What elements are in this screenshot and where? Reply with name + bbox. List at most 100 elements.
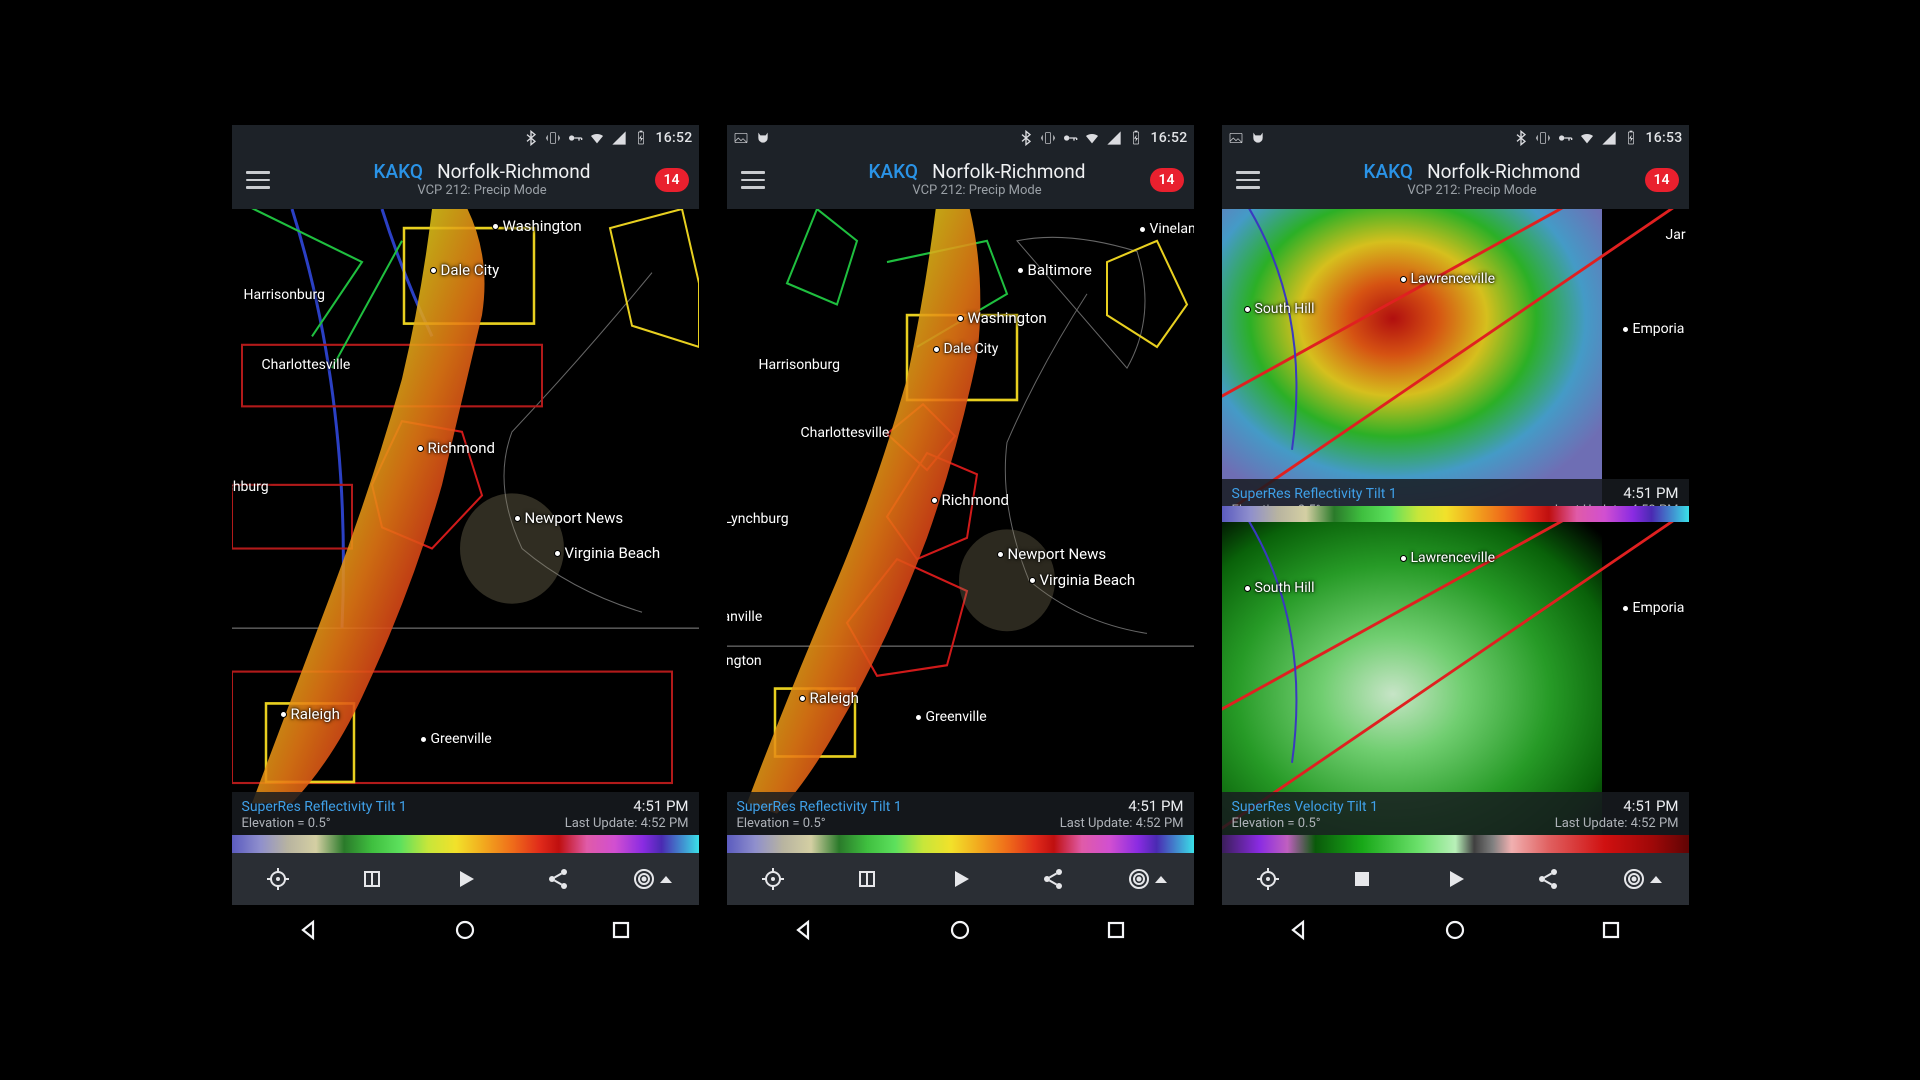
city-label: Richmond	[931, 491, 1009, 509]
bottom-toolbar	[1222, 853, 1689, 905]
share-button[interactable]	[1023, 853, 1083, 905]
radar-map[interactable]: WashingtonDale CityHarrisonburgCharlotte…	[232, 209, 699, 835]
product-name: SuperRes Reflectivity Tilt 1	[737, 799, 902, 815]
radar-map[interactable]: VinelandBaltimoreWashingtonDale CityHarr…	[727, 209, 1194, 835]
nav-home-button[interactable]	[1415, 905, 1495, 955]
status-time: 16:52	[655, 130, 692, 146]
city-name: Greenville	[926, 709, 987, 725]
elevation-label: Elevation = 0.5°	[1232, 816, 1321, 831]
menu-button[interactable]	[242, 163, 276, 197]
nav-home-button[interactable]	[920, 905, 1000, 955]
share-button[interactable]	[528, 853, 588, 905]
vpn-key-icon	[1062, 130, 1078, 146]
menu-button[interactable]	[1232, 163, 1266, 197]
city-dot-icon	[915, 714, 922, 721]
city-name: Lawrenceville	[1411, 271, 1496, 287]
tilt-view-button[interactable]	[837, 853, 897, 905]
status-bar: 16:52	[232, 125, 699, 151]
station-location: Norfolk-Richmond	[1427, 160, 1580, 183]
screenshot-container: 16:52 KAKQ Norfolk-Richmond VCP 212: Pre…	[224, 125, 1697, 955]
screenshot-icon	[733, 130, 749, 146]
city-dot-icon	[799, 695, 806, 702]
city-label: Lawrenceville	[1400, 271, 1496, 287]
gps-locate-button[interactable]	[1238, 853, 1298, 905]
radar-options-button[interactable]	[1612, 853, 1672, 905]
tilt-view-button[interactable]	[342, 853, 402, 905]
station-location: Norfolk-Richmond	[437, 160, 590, 183]
reflectivity-pane[interactable]: South HillLawrencevilleEmporiaJar SuperR…	[1222, 209, 1689, 522]
wifi-icon	[1084, 130, 1100, 146]
nav-home-button[interactable]	[425, 905, 505, 955]
alert-badge[interactable]: 14	[1150, 168, 1184, 192]
city-dot-icon	[514, 515, 521, 522]
city-label: Emporia	[1622, 321, 1685, 337]
alert-badge[interactable]: 14	[1645, 168, 1679, 192]
city-name: Charlottesville	[801, 425, 890, 441]
city-name: Washington	[503, 217, 582, 235]
city-label: Raleigh	[280, 705, 340, 723]
product-info-bar-bottom: SuperRes Velocity Tilt 1 4:51 PM Elevati…	[1222, 792, 1689, 835]
vcp-mode: VCP 212: Precip Mode	[1407, 184, 1536, 199]
velocity-pane[interactable]: South HillLawrencevilleEmporia SuperRes …	[1222, 522, 1689, 835]
city-label: Lynchburg	[727, 511, 789, 527]
product-time: 4:51 PM	[633, 797, 688, 815]
city-labels: VinelandBaltimoreWashingtonDale CityHarr…	[727, 209, 1194, 835]
city-label: Greenville	[420, 731, 492, 747]
city-label: South Hill	[1244, 580, 1315, 596]
city-labels: South HillLawrencevilleEmporiaJar	[1222, 209, 1689, 522]
radar-dual-pane[interactable]: South HillLawrencevilleEmporiaJar SuperR…	[1222, 209, 1689, 835]
city-dot-icon	[997, 551, 1004, 558]
play-button[interactable]	[435, 853, 495, 905]
city-label: Raleigh	[799, 689, 859, 707]
city-dot-icon	[492, 223, 499, 230]
nav-back-button[interactable]	[764, 905, 844, 955]
city-name: Newport News	[1008, 545, 1107, 563]
city-label: Baltimore	[1017, 261, 1092, 279]
city-name: Jar	[1666, 227, 1686, 243]
alert-badge[interactable]: 14	[655, 168, 689, 192]
screenshot-icon	[1228, 130, 1244, 146]
gps-locate-button[interactable]	[743, 853, 803, 905]
city-label: chburg	[232, 479, 269, 495]
product-name: SuperRes Reflectivity Tilt 1	[242, 799, 407, 815]
header-title[interactable]: KAKQ Norfolk-Richmond VCP 212: Precip Mo…	[1266, 161, 1679, 200]
city-dot-icon	[280, 711, 287, 718]
nav-recents-button[interactable]	[1076, 905, 1156, 955]
radar-options-button[interactable]	[1117, 853, 1177, 905]
radar-options-button[interactable]	[622, 853, 682, 905]
phone-screenshot-1: 16:52 KAKQ Norfolk-Richmond VCP 212: Pre…	[232, 125, 699, 955]
color-scale-reflectivity	[1222, 506, 1689, 522]
city-dot-icon	[1622, 605, 1629, 612]
city-name: Harrisonburg	[759, 357, 841, 373]
nav-back-button[interactable]	[1259, 905, 1339, 955]
city-name: Virginia Beach	[1040, 571, 1136, 589]
city-label: anville	[727, 609, 763, 625]
product-time: 4:51 PM	[1623, 484, 1678, 502]
header-title[interactable]: KAKQ Norfolk-Richmond VCP 212: Precip Mo…	[771, 161, 1184, 200]
signal-icon	[611, 130, 627, 146]
city-label: Harrisonburg	[244, 287, 326, 303]
android-nav-bar	[727, 905, 1194, 955]
nav-recents-button[interactable]	[581, 905, 661, 955]
play-button[interactable]	[1425, 853, 1485, 905]
city-name: Emporia	[1633, 600, 1685, 616]
bottom-toolbar	[232, 853, 699, 905]
nav-recents-button[interactable]	[1571, 905, 1651, 955]
product-time: 4:51 PM	[1128, 797, 1183, 815]
city-labels: South HillLawrencevilleEmporia	[1222, 522, 1689, 835]
gps-locate-button[interactable]	[248, 853, 308, 905]
menu-button[interactable]	[737, 163, 771, 197]
play-button[interactable]	[930, 853, 990, 905]
vcp-mode: VCP 212: Precip Mode	[912, 184, 1041, 199]
header-title[interactable]: KAKQ Norfolk-Richmond VCP 212: Precip Mo…	[276, 161, 689, 200]
share-button[interactable]	[1518, 853, 1578, 905]
city-name: Raleigh	[291, 705, 340, 723]
city-name: Dale City	[441, 261, 500, 279]
city-label: Greenville	[915, 709, 987, 725]
station-code: KAKQ	[1364, 160, 1413, 183]
single-view-button[interactable]	[1332, 853, 1392, 905]
battery-charging-icon	[1128, 130, 1144, 146]
chevron-up-icon	[1155, 876, 1167, 883]
nav-back-button[interactable]	[269, 905, 349, 955]
city-name: Washington	[968, 309, 1047, 327]
